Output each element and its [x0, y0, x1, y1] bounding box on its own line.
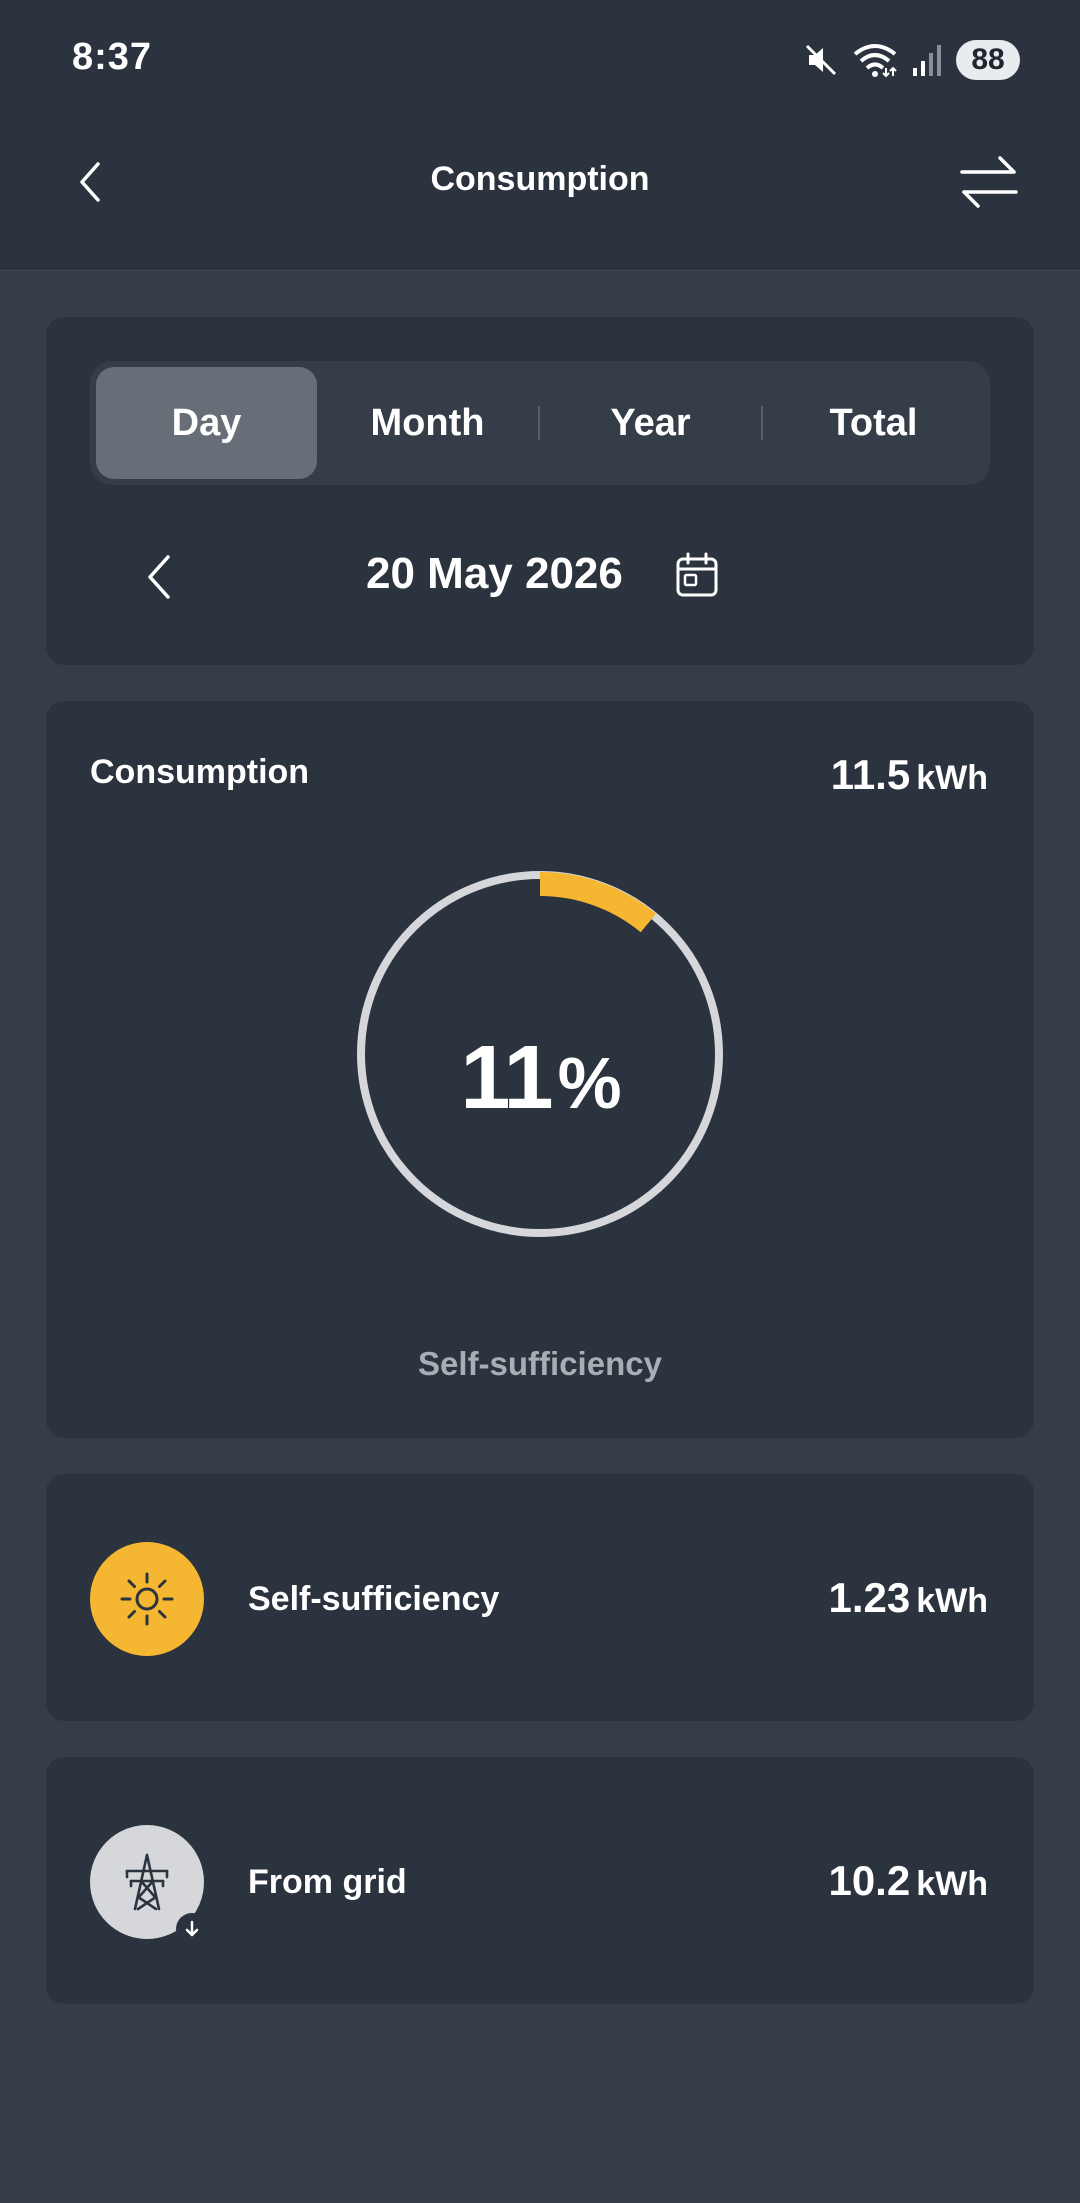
percent-sign: %	[557, 1044, 622, 1124]
self-sufficiency-amount: 1.23 kWh	[828, 1574, 988, 1622]
from-grid-unit: kWh	[916, 1865, 988, 1903]
self-sufficiency-percent: 11%	[46, 1027, 1034, 1130]
swap-arrows-icon[interactable]	[958, 152, 1020, 212]
period-card: Day Month Year Total 20 May 2026	[46, 317, 1034, 665]
status-time: 8:37	[72, 36, 153, 78]
self-sufficiency-label: Self-sufficiency	[248, 1580, 500, 1618]
consumption-total: 11.5 kWh	[831, 751, 988, 799]
wifi-icon	[853, 44, 897, 78]
status-icons: 88	[804, 36, 1020, 84]
percent-value: 11	[460, 1028, 553, 1128]
calendar-icon[interactable]	[674, 551, 720, 599]
tab-month[interactable]: Month	[317, 367, 538, 479]
from-grid-card[interactable]: From grid 10.2 kWh	[46, 1757, 1034, 2004]
power-pylon-icon	[90, 1825, 208, 1945]
arrow-down-icon	[176, 1913, 208, 1945]
battery-icon: 88	[956, 40, 1020, 80]
self-sufficiency-value: 1.23	[828, 1574, 911, 1621]
mute-icon	[805, 44, 837, 76]
from-grid-label: From grid	[248, 1863, 407, 1901]
top-bar: 8:37 88 Consumption	[0, 0, 1080, 271]
date-label[interactable]: 20 May 2026	[366, 549, 623, 599]
tab-year[interactable]: Year	[540, 367, 761, 479]
date-row: 20 May 2026	[46, 537, 1034, 617]
consumption-title: Consumption	[90, 753, 310, 791]
self-sufficiency-unit: kWh	[916, 1582, 988, 1620]
from-grid-amount: 10.2 kWh	[828, 1857, 988, 1905]
consumption-unit: kWh	[916, 759, 988, 797]
sun-icon	[90, 1542, 204, 1656]
self-sufficiency-card[interactable]: Self-sufficiency 1.23 kWh	[46, 1474, 1034, 1721]
ring-caption: Self-sufficiency	[418, 1345, 662, 1382]
previous-date-button[interactable]	[144, 553, 174, 601]
consumption-card: Consumption 11.5 kWh 11% Self-sufficiency	[46, 701, 1034, 1438]
tab-day[interactable]: Day	[96, 367, 317, 479]
from-grid-value: 10.2	[828, 1857, 911, 1904]
period-tabs: Day Month Year Total	[90, 361, 990, 485]
signal-icon	[913, 45, 941, 76]
tab-total[interactable]: Total	[763, 367, 984, 479]
page-title: Consumption	[430, 160, 650, 198]
ring-progress-arc	[539, 872, 657, 933]
consumption-value: 11.5	[830, 751, 911, 798]
